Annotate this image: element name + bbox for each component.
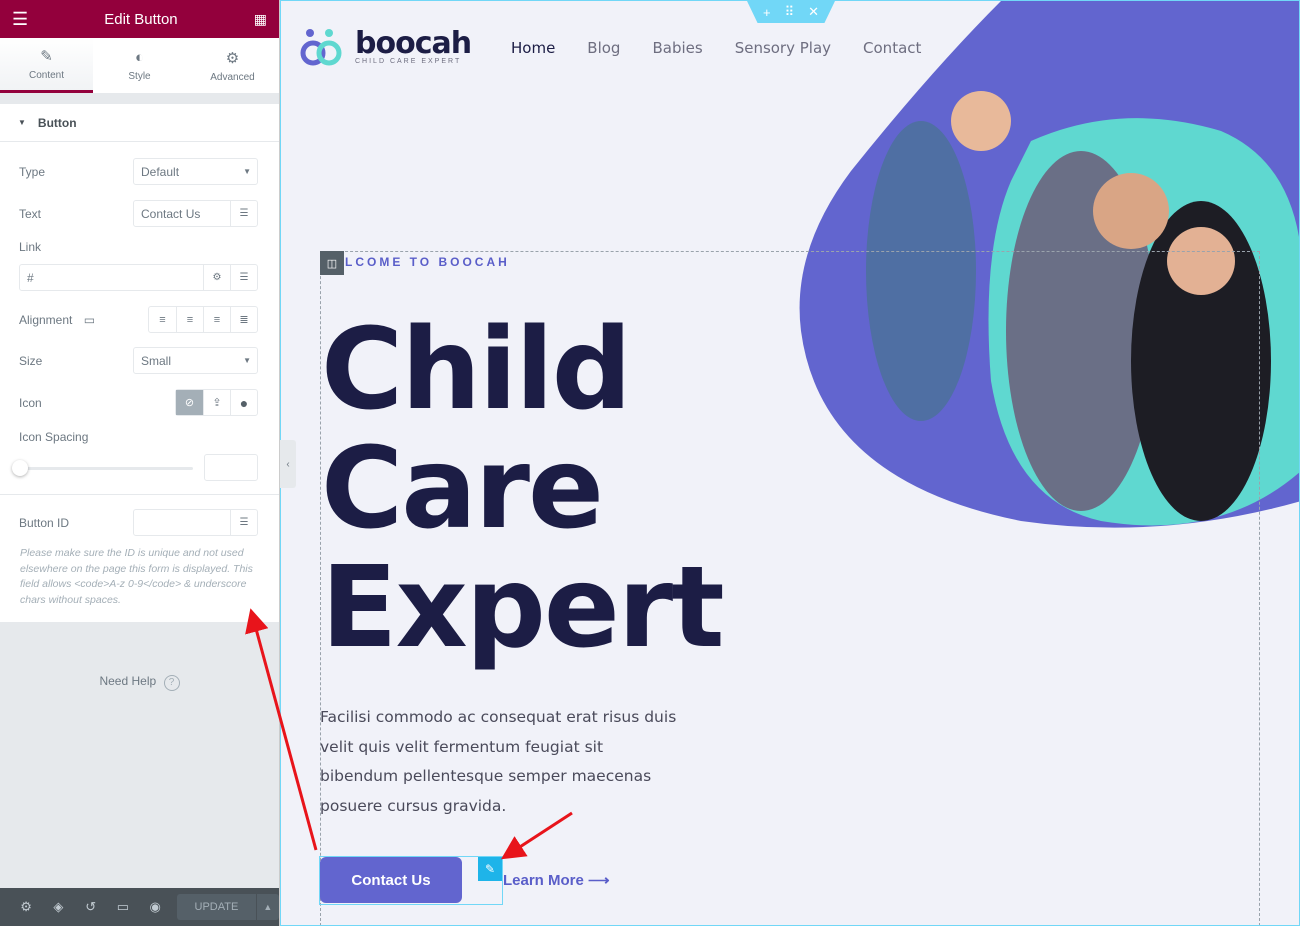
link-label: Link [19, 240, 42, 254]
section-handle[interactable]: + ⠿ ✕ [747, 1, 835, 23]
button-id-label: Button ID [19, 515, 70, 530]
link-options-gear-icon[interactable]: ⚙ [203, 265, 230, 290]
no-icon-icon[interactable]: ⊘ [176, 390, 203, 415]
text-label: Text [19, 206, 42, 221]
dynamic-tags-icon[interactable]: ☰ [230, 510, 257, 535]
dynamic-tags-icon[interactable]: ☰ [230, 201, 257, 226]
close-icon[interactable]: ✕ [808, 4, 819, 20]
preview-eye-icon[interactable]: ◉ [139, 899, 171, 915]
update-options-caret-icon[interactable]: ▲ [255, 894, 280, 920]
panel-footer: ⚙ ◈ ↺ ▭ ◉ UPDATE ▲ [0, 888, 280, 926]
logo-icon [300, 29, 342, 66]
page-canvas: + ⠿ ✕ boocah CHILD CARE EXPERT Home Blog Ba… [280, 0, 1300, 926]
dynamic-tags-icon[interactable]: ☰ [230, 265, 257, 290]
brand-name: boocah [355, 25, 472, 61]
panel-header: ☰ Edit Button ▦ [0, 0, 279, 38]
size-value: Small [141, 353, 172, 368]
site-logo[interactable]: boocah CHILD CARE EXPERT [299, 25, 472, 67]
arrow-right-icon: ⟶ [588, 872, 610, 889]
nav-babies[interactable]: Babies [652, 39, 702, 57]
half-circle-icon: ◐ [134, 49, 145, 66]
caret-down-icon: ▼ [18, 118, 26, 127]
tab-style[interactable]: ◐ Style [93, 38, 186, 93]
title-line: Child [321, 305, 632, 435]
hero-title: Child Care Expert [321, 305, 725, 673]
tab-label: Content [28, 70, 65, 81]
gear-icon: ⚙ [225, 49, 240, 67]
nav-home[interactable]: Home [511, 39, 555, 57]
button-id-note: Please make sure the ID is unique and no… [20, 547, 253, 606]
responsive-mode-icon[interactable]: ▭ [107, 899, 139, 915]
tab-label: Style [128, 71, 151, 82]
hamburger-menu-icon[interactable]: ☰ [12, 9, 28, 30]
caret-down-icon: ▼ [243, 356, 251, 365]
history-icon[interactable]: ↺ [75, 899, 107, 915]
upload-icon[interactable]: ⇪ [203, 390, 230, 415]
nav-sensory-play[interactable]: Sensory Play [735, 39, 831, 57]
nav-blog[interactable]: Blog [587, 39, 620, 57]
size-select[interactable]: Small ▼ [133, 347, 258, 374]
nav-contact[interactable]: Contact [863, 39, 921, 57]
need-help-link[interactable]: Need Help ? [0, 674, 279, 691]
section-button-toggle[interactable]: ▼ Button [0, 104, 279, 142]
alignment-label: Alignment ▭ [19, 313, 95, 327]
question-circle-icon: ? [163, 675, 180, 691]
need-help-text: Need Help [99, 674, 157, 688]
pencil-icon: ✎ [40, 48, 53, 65]
desktop-icon[interactable]: ▭ [84, 313, 95, 327]
type-select[interactable]: Default ▼ [133, 158, 258, 185]
main-nav: Home Blog Babies Sensory Play Contact [511, 39, 921, 57]
icon-spacing-input[interactable] [204, 454, 258, 481]
tab-content[interactable]: ✎ Content [0, 38, 93, 93]
type-label: Type [19, 164, 46, 179]
type-value: Default [141, 164, 180, 179]
circle-icon[interactable]: ● [230, 390, 257, 415]
align-center-icon[interactable]: ≡ [176, 307, 203, 332]
divider [0, 94, 279, 104]
settings-gear-icon[interactable]: ⚙ [10, 899, 42, 915]
size-label: Size [19, 353, 43, 368]
learn-more-link[interactable]: Learn More ⟶ [503, 871, 610, 889]
divider [0, 494, 279, 495]
slider-handle[interactable] [12, 459, 28, 476]
icon-spacing-label: Icon Spacing [19, 430, 89, 444]
align-right-icon[interactable]: ≡ [203, 307, 230, 332]
layers-icon[interactable]: ◈ [42, 899, 74, 915]
update-button[interactable]: UPDATE [177, 894, 256, 920]
panel-empty-area [0, 622, 279, 888]
icon-spacing-slider[interactable] [12, 458, 193, 478]
hero-paragraph: Facilisi commodo ac consequat erat risus… [320, 708, 677, 815]
title-line: Care [321, 424, 604, 554]
align-justify-icon[interactable]: ≣ [230, 307, 257, 332]
editor-panel: ☰ Edit Button ▦ ✎ Content ◐ Style ⚙ Advance… [0, 0, 280, 926]
panel-title: Edit Button [104, 10, 178, 28]
drag-icon[interactable]: ⠿ [785, 4, 795, 20]
edit-widget-pencil-icon[interactable]: ✎ [478, 857, 502, 881]
text-input[interactable]: Contact Us [134, 207, 230, 221]
link-input[interactable]: # [20, 271, 203, 285]
icon-label: Icon [19, 395, 42, 410]
tab-label: Advanced [210, 71, 255, 83]
contact-us-button[interactable]: Contact Us [320, 857, 462, 903]
brand-tagline: CHILD CARE EXPERT [355, 57, 462, 65]
align-left-icon[interactable]: ≡ [149, 307, 176, 332]
tab-advanced[interactable]: ⚙ Advanced [186, 38, 279, 93]
caret-down-icon: ▼ [243, 167, 251, 176]
alignment-text: Alignment [19, 312, 73, 327]
learn-more-text: Learn More [503, 872, 584, 889]
column-edit-icon[interactable]: ◫ [320, 251, 344, 275]
section-title: Button [37, 115, 77, 130]
add-icon[interactable]: + [763, 5, 771, 20]
welcome-heading: LCOME TO BOOCAH [345, 255, 510, 269]
grid-apps-icon[interactable]: ▦ [254, 11, 267, 28]
collapse-panel-button[interactable]: ‹ [280, 440, 296, 488]
title-line: Expert [321, 543, 725, 673]
